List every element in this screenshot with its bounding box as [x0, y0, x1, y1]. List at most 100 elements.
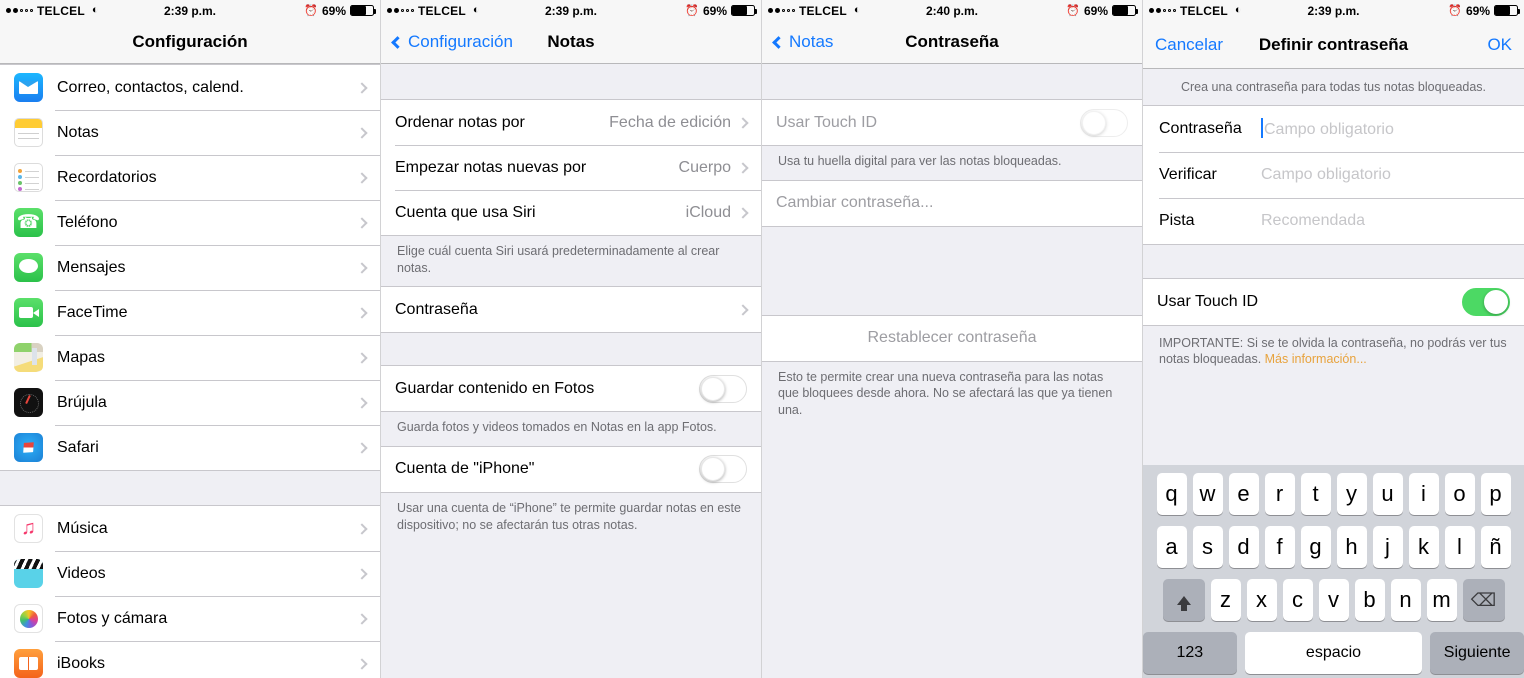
- touch-id-toggle[interactable]: [1462, 287, 1510, 316]
- key-l[interactable]: l: [1444, 526, 1475, 568]
- chevron-right-icon: [356, 396, 368, 409]
- section-touch-id: Usar Touch ID: [1143, 277, 1524, 326]
- row-change-password[interactable]: Cambiar contraseña...: [762, 180, 1142, 226]
- key-p[interactable]: p: [1480, 473, 1511, 515]
- key-d[interactable]: d: [1228, 526, 1259, 568]
- key-i[interactable]: i: [1408, 473, 1439, 515]
- password-input-placeholder: Campo obligatorio: [1264, 121, 1394, 139]
- key-n[interactable]: n: [1390, 579, 1421, 621]
- iphone-account-toggle[interactable]: [699, 455, 747, 484]
- field-row-password[interactable]: Contraseña Campo obligatorio: [1143, 105, 1524, 152]
- sidebar-item-videos[interactable]: Videos: [0, 551, 380, 596]
- key-e[interactable]: e: [1228, 473, 1259, 515]
- key-k[interactable]: k: [1408, 526, 1439, 568]
- row-new-notes-start-with[interactable]: Empezar notas nuevas por Cuerpo: [381, 145, 761, 190]
- sidebar-item-label: iBooks: [57, 654, 106, 672]
- row-value: Fecha de edición: [609, 113, 731, 131]
- section-gap: [381, 333, 761, 366]
- sidebar-item-mail[interactable]: Correo, contactos, calend.: [0, 65, 380, 110]
- sidebar-item-safari[interactable]: Safari: [0, 425, 380, 470]
- touch-id-toggle[interactable]: [1080, 108, 1128, 137]
- row-password[interactable]: Contraseña: [381, 287, 761, 333]
- status-bar-right: ⏰ 69%: [1066, 4, 1138, 18]
- key-a[interactable]: a: [1156, 526, 1187, 568]
- back-button[interactable]: Configuración: [391, 32, 513, 52]
- battery-icon: [1112, 5, 1138, 16]
- key-x[interactable]: x: [1246, 579, 1277, 621]
- photos-icon: [14, 604, 43, 633]
- backspace-icon[interactable]: ⌫: [1462, 579, 1505, 621]
- sidebar-item-notes[interactable]: Notas: [0, 110, 380, 155]
- key-f[interactable]: f: [1264, 526, 1295, 568]
- key-h[interactable]: h: [1336, 526, 1367, 568]
- field-row-verify[interactable]: Verificar Campo obligatorio: [1143, 151, 1524, 198]
- key-y[interactable]: y: [1336, 473, 1367, 515]
- panel-password-root: TELCEL ◐ 2:40 p.m. ⏰ 69% Notas Contraseñ…: [762, 0, 1143, 678]
- back-button[interactable]: Notas: [772, 32, 833, 52]
- section-gap: [762, 226, 1142, 315]
- sidebar-item-compass[interactable]: Brújula: [0, 380, 380, 425]
- key-o[interactable]: o: [1444, 473, 1475, 515]
- key-c[interactable]: c: [1282, 579, 1313, 621]
- row-siri-account[interactable]: Cuenta que usa Siri iCloud: [381, 190, 761, 235]
- row-iphone-account[interactable]: Cuenta de "iPhone": [381, 446, 761, 492]
- section-note-defaults: Ordenar notas por Fecha de edición Empez…: [381, 99, 761, 236]
- keyboard: q w e r t y u i o p a s d f g h j k l ñ …: [1143, 465, 1524, 678]
- cancel-button[interactable]: Cancelar: [1155, 35, 1223, 55]
- verify-input[interactable]: Campo obligatorio: [1261, 166, 1524, 184]
- key-j[interactable]: j: [1372, 526, 1403, 568]
- password-input[interactable]: Campo obligatorio: [1261, 118, 1524, 139]
- sidebar-item-reminders[interactable]: Recordatorios: [0, 155, 380, 200]
- key-u[interactable]: u: [1372, 473, 1403, 515]
- chevron-left-icon: [772, 35, 785, 49]
- space-key[interactable]: espacio: [1244, 632, 1423, 674]
- sidebar-item-photos[interactable]: Fotos y cámara: [0, 596, 380, 641]
- key-q[interactable]: q: [1156, 473, 1187, 515]
- sidebar-item-maps[interactable]: Mapas: [0, 335, 380, 380]
- compass-icon: [14, 388, 43, 417]
- carrier-label: TELCEL: [37, 3, 85, 18]
- page-title: Configuración: [132, 32, 248, 51]
- chevron-right-icon: [356, 351, 368, 364]
- sidebar-item-facetime[interactable]: FaceTime: [0, 290, 380, 335]
- numbers-key[interactable]: 123: [1143, 632, 1237, 674]
- key-g[interactable]: g: [1300, 526, 1331, 568]
- key-w[interactable]: w: [1192, 473, 1223, 515]
- row-save-media-to-photos[interactable]: Guardar contenido en Fotos: [381, 366, 761, 412]
- row-sort-notes-by[interactable]: Ordenar notas por Fecha de edición: [381, 100, 761, 145]
- field-row-hint[interactable]: Pista Recomendada: [1143, 197, 1524, 244]
- section-password: Contraseña: [381, 286, 761, 334]
- sidebar-item-ibooks[interactable]: iBooks: [0, 641, 380, 678]
- key-m[interactable]: m: [1426, 579, 1457, 621]
- hint-input[interactable]: Recomendada: [1261, 212, 1524, 230]
- shift-icon[interactable]: [1162, 579, 1205, 621]
- sidebar-item-music[interactable]: Música: [0, 506, 380, 551]
- save-media-toggle[interactable]: [699, 374, 747, 403]
- chevron-right-icon: [356, 126, 368, 139]
- key-z[interactable]: z: [1210, 579, 1241, 621]
- key-v[interactable]: v: [1318, 579, 1349, 621]
- chevron-right-icon: [356, 657, 368, 670]
- row-reset-password[interactable]: Restablecer contraseña: [762, 315, 1142, 361]
- sidebar-item-label: Música: [57, 519, 108, 537]
- row-label: Empezar notas nuevas por: [395, 158, 587, 176]
- key-t[interactable]: t: [1300, 473, 1331, 515]
- key-r[interactable]: r: [1264, 473, 1295, 515]
- toggle-knob: [1082, 110, 1106, 135]
- footnote-iphone-account: Usar una cuenta de “iPhone” te permite g…: [381, 492, 761, 544]
- key-s[interactable]: s: [1192, 526, 1223, 568]
- key-enye[interactable]: ñ: [1480, 526, 1511, 568]
- next-key[interactable]: Siguiente: [1430, 632, 1524, 674]
- sidebar-item-phone[interactable]: Teléfono: [0, 200, 380, 245]
- more-info-link[interactable]: Más información...: [1265, 352, 1367, 366]
- keyboard-row-1: q w e r t y u i o p: [1143, 473, 1524, 515]
- key-b[interactable]: b: [1354, 579, 1385, 621]
- chevron-right-icon: [356, 522, 368, 535]
- ok-button[interactable]: OK: [1487, 35, 1512, 55]
- row-use-touch-id[interactable]: Usar Touch ID: [1143, 278, 1524, 325]
- row-use-touch-id[interactable]: Usar Touch ID: [762, 100, 1142, 145]
- status-bar-left: TELCEL ◐: [1149, 4, 1242, 18]
- row-label: Contraseña: [395, 300, 478, 318]
- footnote-save-media: Guarda fotos y videos tomados en Notas e…: [381, 412, 761, 446]
- sidebar-item-messages[interactable]: Mensajes: [0, 245, 380, 290]
